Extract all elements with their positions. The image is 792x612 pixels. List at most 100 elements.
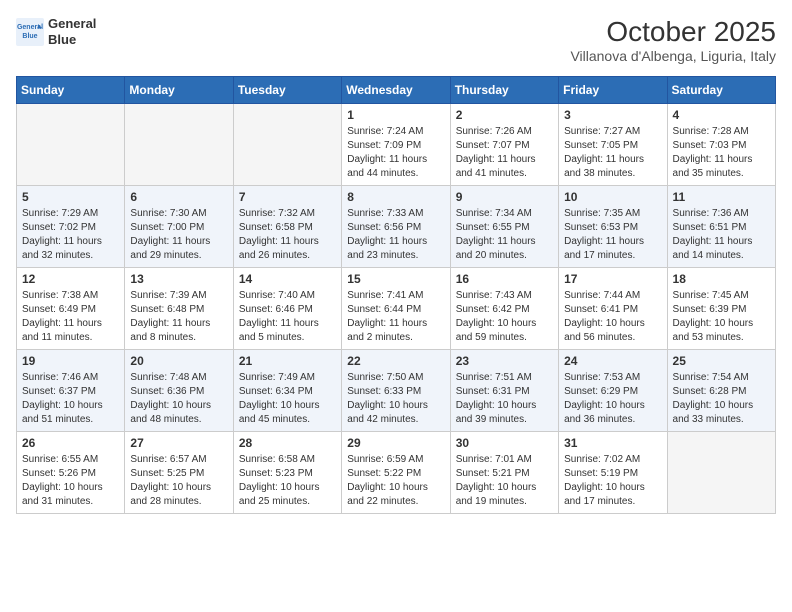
calendar-cell bbox=[17, 104, 125, 186]
calendar-cell: 17 Sunrise: 7:44 AMSunset: 6:41 PMDayligh… bbox=[559, 268, 667, 350]
day-number: 12 bbox=[22, 272, 119, 286]
calendar-cell: 24 Sunrise: 7:53 AMSunset: 6:29 PMDayligh… bbox=[559, 350, 667, 432]
day-info: Sunrise: 7:38 AMSunset: 6:49 PMDaylight:… bbox=[22, 289, 119, 345]
calendar-cell: 25 Sunrise: 7:54 AMSunset: 6:28 PMDayligh… bbox=[667, 350, 775, 432]
logo-text: General Blue bbox=[48, 16, 96, 47]
day-number: 31 bbox=[564, 436, 661, 450]
calendar-cell: 26 Sunrise: 6:55 AMSunset: 5:26 PMDayligh… bbox=[17, 432, 125, 514]
day-info: Sunrise: 6:55 AMSunset: 5:26 PMDaylight:… bbox=[22, 453, 119, 509]
calendar-cell: 10 Sunrise: 7:35 AMSunset: 6:53 PMDayligh… bbox=[559, 186, 667, 268]
day-info: Sunrise: 6:59 AMSunset: 5:22 PMDaylight:… bbox=[347, 453, 444, 509]
calendar-cell: 11 Sunrise: 7:36 AMSunset: 6:51 PMDayligh… bbox=[667, 186, 775, 268]
calendar-cell: 7Sunrise: 7:32 AMSunset: 6:58 PMDaylight… bbox=[233, 186, 341, 268]
day-info: Sunrise: 7:26 AMSunset: 7:07 PMDaylight:… bbox=[456, 125, 553, 181]
calendar-cell: 31 Sunrise: 7:02 AMSunset: 5:19 PMDayligh… bbox=[559, 432, 667, 514]
day-number: 29 bbox=[347, 436, 444, 450]
day-info: Sunrise: 7:36 AMSunset: 6:51 PMDaylight:… bbox=[673, 207, 770, 263]
calendar-cell: 18 Sunrise: 7:45 AMSunset: 6:39 PMDayligh… bbox=[667, 268, 775, 350]
week-row-2: 5 Sunrise: 7:29 AMSunset: 7:02 PMDaylight… bbox=[17, 186, 776, 268]
day-number: 20 bbox=[130, 354, 227, 368]
weekday-header-friday: Friday bbox=[559, 77, 667, 104]
calendar-cell: 1Sunrise: 7:24 AMSunset: 7:09 PMDaylight… bbox=[342, 104, 450, 186]
day-number: 18 bbox=[673, 272, 770, 286]
day-number: 1 bbox=[347, 108, 444, 122]
calendar-cell bbox=[233, 104, 341, 186]
day-info: Sunrise: 7:54 AMSunset: 6:28 PMDaylight:… bbox=[673, 371, 770, 427]
calendar-cell: 4Sunrise: 7:28 AMSunset: 7:03 PMDaylight… bbox=[667, 104, 775, 186]
day-number: 28 bbox=[239, 436, 336, 450]
calendar-cell: 20 Sunrise: 7:48 AMSunset: 6:36 PMDayligh… bbox=[125, 350, 233, 432]
calendar-cell: 6 Sunrise: 7:30 AMSunset: 7:00 PMDaylight… bbox=[125, 186, 233, 268]
day-number: 7 bbox=[239, 190, 336, 204]
day-info: Sunrise: 7:01 AMSunset: 5:21 PMDaylight:… bbox=[456, 453, 553, 509]
location: Villanova d'Albenga, Liguria, Italy bbox=[570, 48, 776, 64]
day-number: 19 bbox=[22, 354, 119, 368]
day-number: 15 bbox=[347, 272, 444, 286]
week-row-1: 1Sunrise: 7:24 AMSunset: 7:09 PMDaylight… bbox=[17, 104, 776, 186]
calendar-cell: 13 Sunrise: 7:39 AMSunset: 6:48 PMDayligh… bbox=[125, 268, 233, 350]
calendar-cell: 16 Sunrise: 7:43 AMSunset: 6:42 PMDayligh… bbox=[450, 268, 558, 350]
day-info: Sunrise: 7:27 AMSunset: 7:05 PMDaylight:… bbox=[564, 125, 661, 181]
day-number: 11 bbox=[673, 190, 770, 204]
calendar-cell bbox=[667, 432, 775, 514]
week-row-3: 12 Sunrise: 7:38 AMSunset: 6:49 PMDayligh… bbox=[17, 268, 776, 350]
day-info: Sunrise: 7:39 AMSunset: 6:48 PMDaylight:… bbox=[130, 289, 227, 345]
week-row-4: 19 Sunrise: 7:46 AMSunset: 6:37 PMDayligh… bbox=[17, 350, 776, 432]
weekday-header-saturday: Saturday bbox=[667, 77, 775, 104]
day-info: Sunrise: 7:33 AMSunset: 6:56 PMDaylight:… bbox=[347, 207, 444, 263]
day-info: Sunrise: 7:46 AMSunset: 6:37 PMDaylight:… bbox=[22, 371, 119, 427]
svg-text:Blue: Blue bbox=[22, 33, 37, 40]
day-info: Sunrise: 7:02 AMSunset: 5:19 PMDaylight:… bbox=[564, 453, 661, 509]
day-number: 22 bbox=[347, 354, 444, 368]
day-info: Sunrise: 7:41 AMSunset: 6:44 PMDaylight:… bbox=[347, 289, 444, 345]
calendar-cell: 2 Sunrise: 7:26 AMSunset: 7:07 PMDaylight… bbox=[450, 104, 558, 186]
day-number: 6 bbox=[130, 190, 227, 204]
day-info: Sunrise: 7:35 AMSunset: 6:53 PMDaylight:… bbox=[564, 207, 661, 263]
day-number: 24 bbox=[564, 354, 661, 368]
day-info: Sunrise: 7:34 AMSunset: 6:55 PMDaylight:… bbox=[456, 207, 553, 263]
day-number: 21 bbox=[239, 354, 336, 368]
day-number: 27 bbox=[130, 436, 227, 450]
day-number: 9 bbox=[456, 190, 553, 204]
calendar-cell: 28 Sunrise: 6:58 AMSunset: 5:23 PMDayligh… bbox=[233, 432, 341, 514]
day-number: 3 bbox=[564, 108, 661, 122]
day-number: 5 bbox=[22, 190, 119, 204]
day-number: 25 bbox=[673, 354, 770, 368]
day-info: Sunrise: 7:44 AMSunset: 6:41 PMDaylight:… bbox=[564, 289, 661, 345]
day-info: Sunrise: 7:29 AMSunset: 7:02 PMDaylight:… bbox=[22, 207, 119, 263]
calendar-cell: 9 Sunrise: 7:34 AMSunset: 6:55 PMDaylight… bbox=[450, 186, 558, 268]
calendar-cell: 21Sunrise: 7:49 AMSunset: 6:34 PMDayligh… bbox=[233, 350, 341, 432]
calendar-cell: 30Sunrise: 7:01 AMSunset: 5:21 PMDayligh… bbox=[450, 432, 558, 514]
day-number: 17 bbox=[564, 272, 661, 286]
day-number: 8 bbox=[347, 190, 444, 204]
calendar-cell: 23Sunrise: 7:51 AMSunset: 6:31 PMDayligh… bbox=[450, 350, 558, 432]
calendar-cell: 5 Sunrise: 7:29 AMSunset: 7:02 PMDaylight… bbox=[17, 186, 125, 268]
day-info: Sunrise: 7:48 AMSunset: 6:36 PMDaylight:… bbox=[130, 371, 227, 427]
weekday-header-tuesday: Tuesday bbox=[233, 77, 341, 104]
day-number: 13 bbox=[130, 272, 227, 286]
calendar-cell: 29 Sunrise: 6:59 AMSunset: 5:22 PMDayligh… bbox=[342, 432, 450, 514]
calendar-cell: 22 Sunrise: 7:50 AMSunset: 6:33 PMDayligh… bbox=[342, 350, 450, 432]
calendar-cell: 8 Sunrise: 7:33 AMSunset: 6:56 PMDaylight… bbox=[342, 186, 450, 268]
logo: General Blue General Blue bbox=[16, 16, 96, 47]
day-info: Sunrise: 7:45 AMSunset: 6:39 PMDaylight:… bbox=[673, 289, 770, 345]
day-info: Sunrise: 7:30 AMSunset: 7:00 PMDaylight:… bbox=[130, 207, 227, 263]
day-number: 23 bbox=[456, 354, 553, 368]
day-number: 16 bbox=[456, 272, 553, 286]
day-number: 26 bbox=[22, 436, 119, 450]
week-row-5: 26 Sunrise: 6:55 AMSunset: 5:26 PMDayligh… bbox=[17, 432, 776, 514]
calendar-table: SundayMondayTuesdayWednesdayThursdayFrid… bbox=[16, 76, 776, 514]
day-info: Sunrise: 6:58 AMSunset: 5:23 PMDaylight:… bbox=[239, 453, 336, 509]
day-info: Sunrise: 7:53 AMSunset: 6:29 PMDaylight:… bbox=[564, 371, 661, 427]
weekday-header-wednesday: Wednesday bbox=[342, 77, 450, 104]
day-info: Sunrise: 6:57 AMSunset: 5:25 PMDaylight:… bbox=[130, 453, 227, 509]
weekday-header-row: SundayMondayTuesdayWednesdayThursdayFrid… bbox=[17, 77, 776, 104]
day-info: Sunrise: 7:43 AMSunset: 6:42 PMDaylight:… bbox=[456, 289, 553, 345]
calendar-cell: 12 Sunrise: 7:38 AMSunset: 6:49 PMDayligh… bbox=[17, 268, 125, 350]
day-number: 2 bbox=[456, 108, 553, 122]
calendar-cell: 15 Sunrise: 7:41 AMSunset: 6:44 PMDayligh… bbox=[342, 268, 450, 350]
calendar-cell: 27 Sunrise: 6:57 AMSunset: 5:25 PMDayligh… bbox=[125, 432, 233, 514]
day-number: 10 bbox=[564, 190, 661, 204]
day-info: Sunrise: 7:50 AMSunset: 6:33 PMDaylight:… bbox=[347, 371, 444, 427]
month-title: October 2025 bbox=[570, 16, 776, 48]
